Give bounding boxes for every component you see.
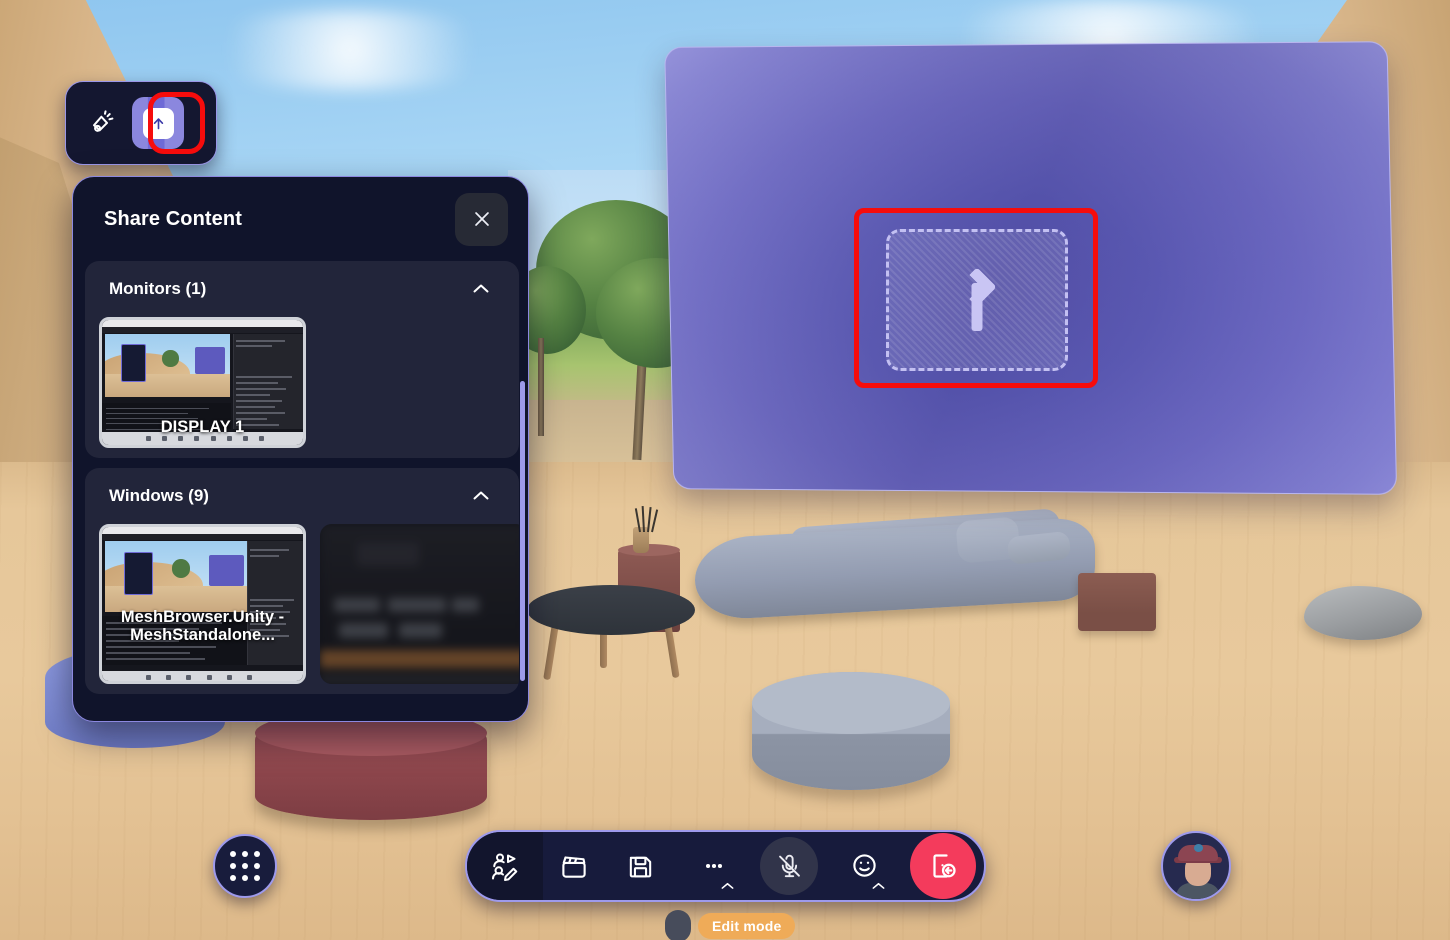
- monitor-thumb-list: DISPLAY 1: [85, 317, 519, 458]
- emoji-icon: [848, 849, 885, 889]
- close-button[interactable]: [455, 192, 508, 246]
- people-edit-icon: [488, 849, 522, 883]
- emoji-button[interactable]: [828, 832, 902, 900]
- upload-arrow-icon: [954, 267, 1000, 331]
- edit-mode-knob: [665, 910, 691, 940]
- scene-rock: [1304, 586, 1422, 640]
- share-panel-body[interactable]: Monitors (1) DISPLAY 1 Windows (9) MeshB…: [73, 261, 528, 721]
- share-panel-header: Share Content: [73, 177, 528, 261]
- section-windows: Windows (9) MeshBrowser.Unity - MeshStan…: [85, 468, 519, 694]
- chevron-up-icon[interactable]: [469, 277, 493, 301]
- bottom-toolbar: [465, 830, 986, 902]
- microphone-button[interactable]: [750, 832, 828, 900]
- share-content-button[interactable]: [132, 97, 184, 149]
- thumbnail-label: MeshBrowser.Unity - MeshStandalone...: [120, 608, 285, 645]
- page-title: Share Content: [104, 207, 242, 230]
- reactions-button[interactable]: [76, 97, 128, 149]
- app-grid-icon: [230, 851, 260, 881]
- avatar[interactable]: [1161, 831, 1231, 901]
- close-icon: [474, 212, 489, 226]
- leave-icon: [910, 833, 977, 899]
- scene-red-cylinder: [255, 710, 487, 820]
- chevron-up-icon[interactable]: [720, 881, 735, 891]
- app-grid-button[interactable]: [213, 834, 277, 898]
- leave-button[interactable]: [902, 832, 984, 900]
- floating-mini-toolbar: [65, 81, 217, 165]
- thumbnail-label: DISPLAY 1: [160, 418, 245, 437]
- window-thumbnail[interactable]: MeshBrowser.Unity - MeshStandalone...: [99, 524, 306, 684]
- app-root: Share Content Monitors (1) DISPLAY 1 Win…: [0, 0, 1450, 940]
- save-icon: [624, 849, 658, 883]
- screen-drop-target[interactable]: [886, 229, 1068, 371]
- scene-coffee-table: [527, 585, 695, 635]
- reactions-icon: [92, 109, 113, 132]
- share-content-panel: Share Content Monitors (1) DISPLAY 1 Win…: [72, 176, 529, 722]
- panel-scrollbar[interactable]: [520, 381, 525, 681]
- share-content-icon: [142, 107, 174, 139]
- chevron-up-icon[interactable]: [871, 881, 886, 891]
- edit-mode-indicator[interactable]: Edit mode: [665, 910, 796, 940]
- section-header-monitors[interactable]: Monitors (1): [85, 261, 519, 317]
- scene-ottoman: [752, 672, 950, 790]
- window-thumb-list: MeshBrowser.Unity - MeshStandalone...: [85, 524, 519, 694]
- clapperboard-icon: [557, 849, 591, 883]
- edit-mode-label: Edit mode: [698, 913, 796, 939]
- record-button[interactable]: [543, 832, 605, 900]
- save-button[interactable]: [605, 832, 677, 900]
- scene-wood-block: [1078, 573, 1156, 631]
- thumbnail-label: [320, 670, 519, 684]
- more-button[interactable]: [677, 832, 751, 900]
- monitor-thumbnail[interactable]: DISPLAY 1: [99, 317, 306, 448]
- section-monitors: Monitors (1) DISPLAY 1: [85, 261, 519, 458]
- microphone-muted-icon: [760, 837, 819, 895]
- section-title: Monitors (1): [109, 279, 207, 298]
- window-thumbnail-blurred[interactable]: [320, 524, 519, 684]
- section-title: Windows (9): [109, 486, 209, 505]
- section-header-windows[interactable]: Windows (9): [85, 468, 519, 524]
- cloud: [180, 10, 520, 90]
- more-icon: [697, 849, 733, 889]
- participants-button[interactable]: [467, 832, 543, 900]
- chevron-up-icon[interactable]: [469, 484, 493, 508]
